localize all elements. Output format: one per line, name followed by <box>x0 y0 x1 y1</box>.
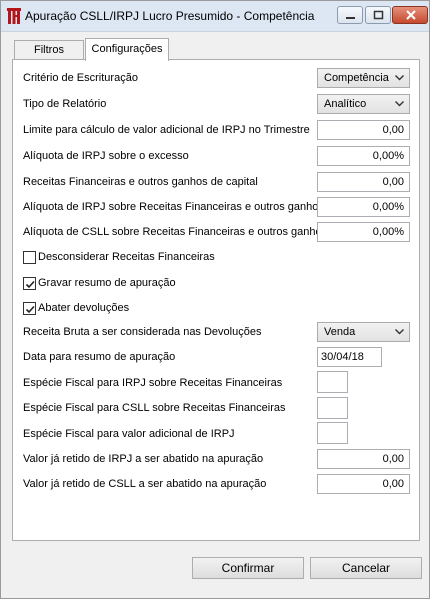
tipo-relatorio-value: Analítico <box>324 98 367 110</box>
especie-irpj-label: Espécie Fiscal para IRPJ sobre Receitas … <box>23 377 283 389</box>
aliquota-csll-rf-label: Alíquota de CSLL sobre Receitas Financei… <box>23 226 328 238</box>
aliquota-irpj-input[interactable]: 0,00% <box>317 146 410 166</box>
confirm-button[interactable]: Confirmar <box>192 557 304 579</box>
cancel-button[interactable]: Cancelar <box>310 557 422 579</box>
gravar-resumo-label[interactable]: Gravar resumo de apuração <box>38 277 176 289</box>
receitas-financeiras-input[interactable]: 0,00 <box>317 172 410 192</box>
receita-bruta-label: Receita Bruta a ser considerada nas Devo… <box>23 326 262 338</box>
check-icon <box>25 280 35 289</box>
data-resumo-input[interactable]: 30/04/18 <box>317 347 382 367</box>
aliquota-csll-rf-input[interactable]: 0,00% <box>317 222 410 242</box>
minimize-icon <box>346 17 355 19</box>
especie-irpj-input[interactable] <box>317 371 348 393</box>
tab-configuracoes[interactable]: Configurações <box>85 38 169 61</box>
window-title: Apuração CSLL/IRPJ Lucro Presumido - Com… <box>25 9 315 23</box>
receita-bruta-select[interactable]: Venda <box>317 322 410 342</box>
criterio-select[interactable]: Competência <box>317 68 410 88</box>
limite-input[interactable]: 0,00 <box>317 120 410 140</box>
minimize-button[interactable] <box>337 6 363 24</box>
app-logo-icon <box>7 8 21 24</box>
dialog-window: Apuração CSLL/IRPJ Lucro Presumido - Com… <box>0 0 430 599</box>
aliquota-irpj-label: Alíquota de IRPJ sobre o excesso <box>23 150 189 162</box>
gravar-resumo-checkbox[interactable] <box>23 277 36 290</box>
retido-csll-label: Valor já retido de CSLL a ser abatido na… <box>23 478 267 490</box>
retido-irpj-label: Valor já retido de IRPJ a ser abatido na… <box>23 453 264 465</box>
chevron-down-icon <box>395 101 404 107</box>
close-button[interactable] <box>392 6 428 24</box>
tipo-relatorio-label: Tipo de Relatório <box>23 98 107 110</box>
close-icon <box>406 10 416 20</box>
aliquota-irpj-rf-label: Alíquota de IRPJ sobre Receitas Financei… <box>23 201 324 213</box>
tipo-relatorio-select[interactable]: Analítico <box>317 94 410 114</box>
retido-irpj-input[interactable]: 0,00 <box>317 449 410 469</box>
tab-filtros[interactable]: Filtros <box>14 40 84 59</box>
criterio-label: Critério de Escrituração <box>23 72 138 84</box>
abater-devolucoes-checkbox[interactable] <box>23 302 36 315</box>
maximize-button[interactable] <box>365 6 391 24</box>
receita-bruta-value: Venda <box>324 326 356 338</box>
especie-csll-input[interactable] <box>317 397 348 419</box>
aliquota-irpj-rf-input[interactable]: 0,00% <box>317 197 410 217</box>
desconsiderar-checkbox[interactable] <box>23 251 36 264</box>
chevron-down-icon <box>395 329 404 335</box>
retido-csll-input[interactable]: 0,00 <box>317 474 410 494</box>
data-resumo-label: Data para resumo de apuração <box>23 351 176 363</box>
check-icon <box>25 305 35 314</box>
especie-adicional-input[interactable] <box>317 422 348 444</box>
chevron-down-icon <box>395 75 404 81</box>
title-bar[interactable]: Apuração CSLL/IRPJ Lucro Presumido - Com… <box>1 1 429 32</box>
especie-adicional-label: Espécie Fiscal para valor adicional de I… <box>23 428 235 440</box>
especie-csll-label: Espécie Fiscal para CSLL sobre Receitas … <box>23 402 286 414</box>
criterio-value: Competência <box>324 72 389 84</box>
abater-devolucoes-label[interactable]: Abater devoluções <box>38 302 129 314</box>
desconsiderar-label[interactable]: Desconsiderar Receitas Financeiras <box>38 251 215 263</box>
receitas-financeiras-label: Receitas Financeiras e outros ganhos de … <box>23 176 258 188</box>
maximize-icon <box>373 10 384 20</box>
limite-label: Limite para cálculo de valor adicional d… <box>23 124 310 136</box>
